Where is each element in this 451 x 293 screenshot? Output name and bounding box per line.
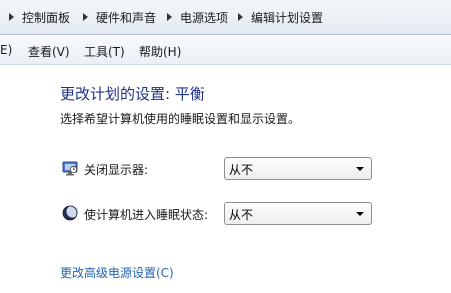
page-title: 更改计划的设置: 平衡 (60, 85, 205, 103)
breadcrumb-control-panel[interactable]: 控制面板 (22, 9, 70, 26)
moon-sleep-icon (62, 205, 79, 221)
breadcrumb-hardware-sound[interactable]: 硬件和声音 (96, 9, 156, 26)
display-off-icon (62, 160, 78, 176)
menu-tools[interactable]: 工具(T) (84, 43, 125, 60)
menu-edit[interactable]: E) (0, 43, 12, 57)
chevron-down-icon (356, 212, 364, 216)
breadcrumb-chevron-icon[interactable] (167, 13, 172, 21)
breadcrumb-chevron-icon[interactable] (83, 13, 88, 21)
breadcrumb-power-options[interactable]: 电源选项 (180, 9, 228, 26)
display-off-label: 关闭显示器: (84, 163, 149, 177)
breadcrumb-edit-plan: 编辑计划设置 (251, 11, 324, 25)
sleep-select[interactable]: 从不 (224, 202, 372, 225)
display-off-value: 从不 (229, 163, 254, 177)
chevron-down-icon (356, 167, 364, 171)
page-subtitle: 选择希望计算机使用的睡眠设置和显示设置。 (60, 112, 301, 126)
sleep-value: 从不 (229, 208, 254, 222)
menu-help[interactable]: 帮助(H) (139, 43, 181, 60)
address-bar: 控制面板 硬件和声音 电源选项 编辑计划设置 (0, 0, 451, 35)
sleep-label: 使计算机进入睡眠状态: (84, 208, 209, 222)
breadcrumb-chevron-icon[interactable] (9, 13, 14, 21)
menu-view[interactable]: 查看(V) (28, 43, 70, 60)
advanced-power-settings-link[interactable]: 更改高级电源设置(C) (60, 264, 174, 281)
breadcrumb-chevron-icon[interactable] (238, 13, 243, 21)
menu-bar: E) 查看(V) 工具(T) 帮助(H) (0, 35, 451, 65)
display-off-select[interactable]: 从不 (224, 157, 372, 180)
